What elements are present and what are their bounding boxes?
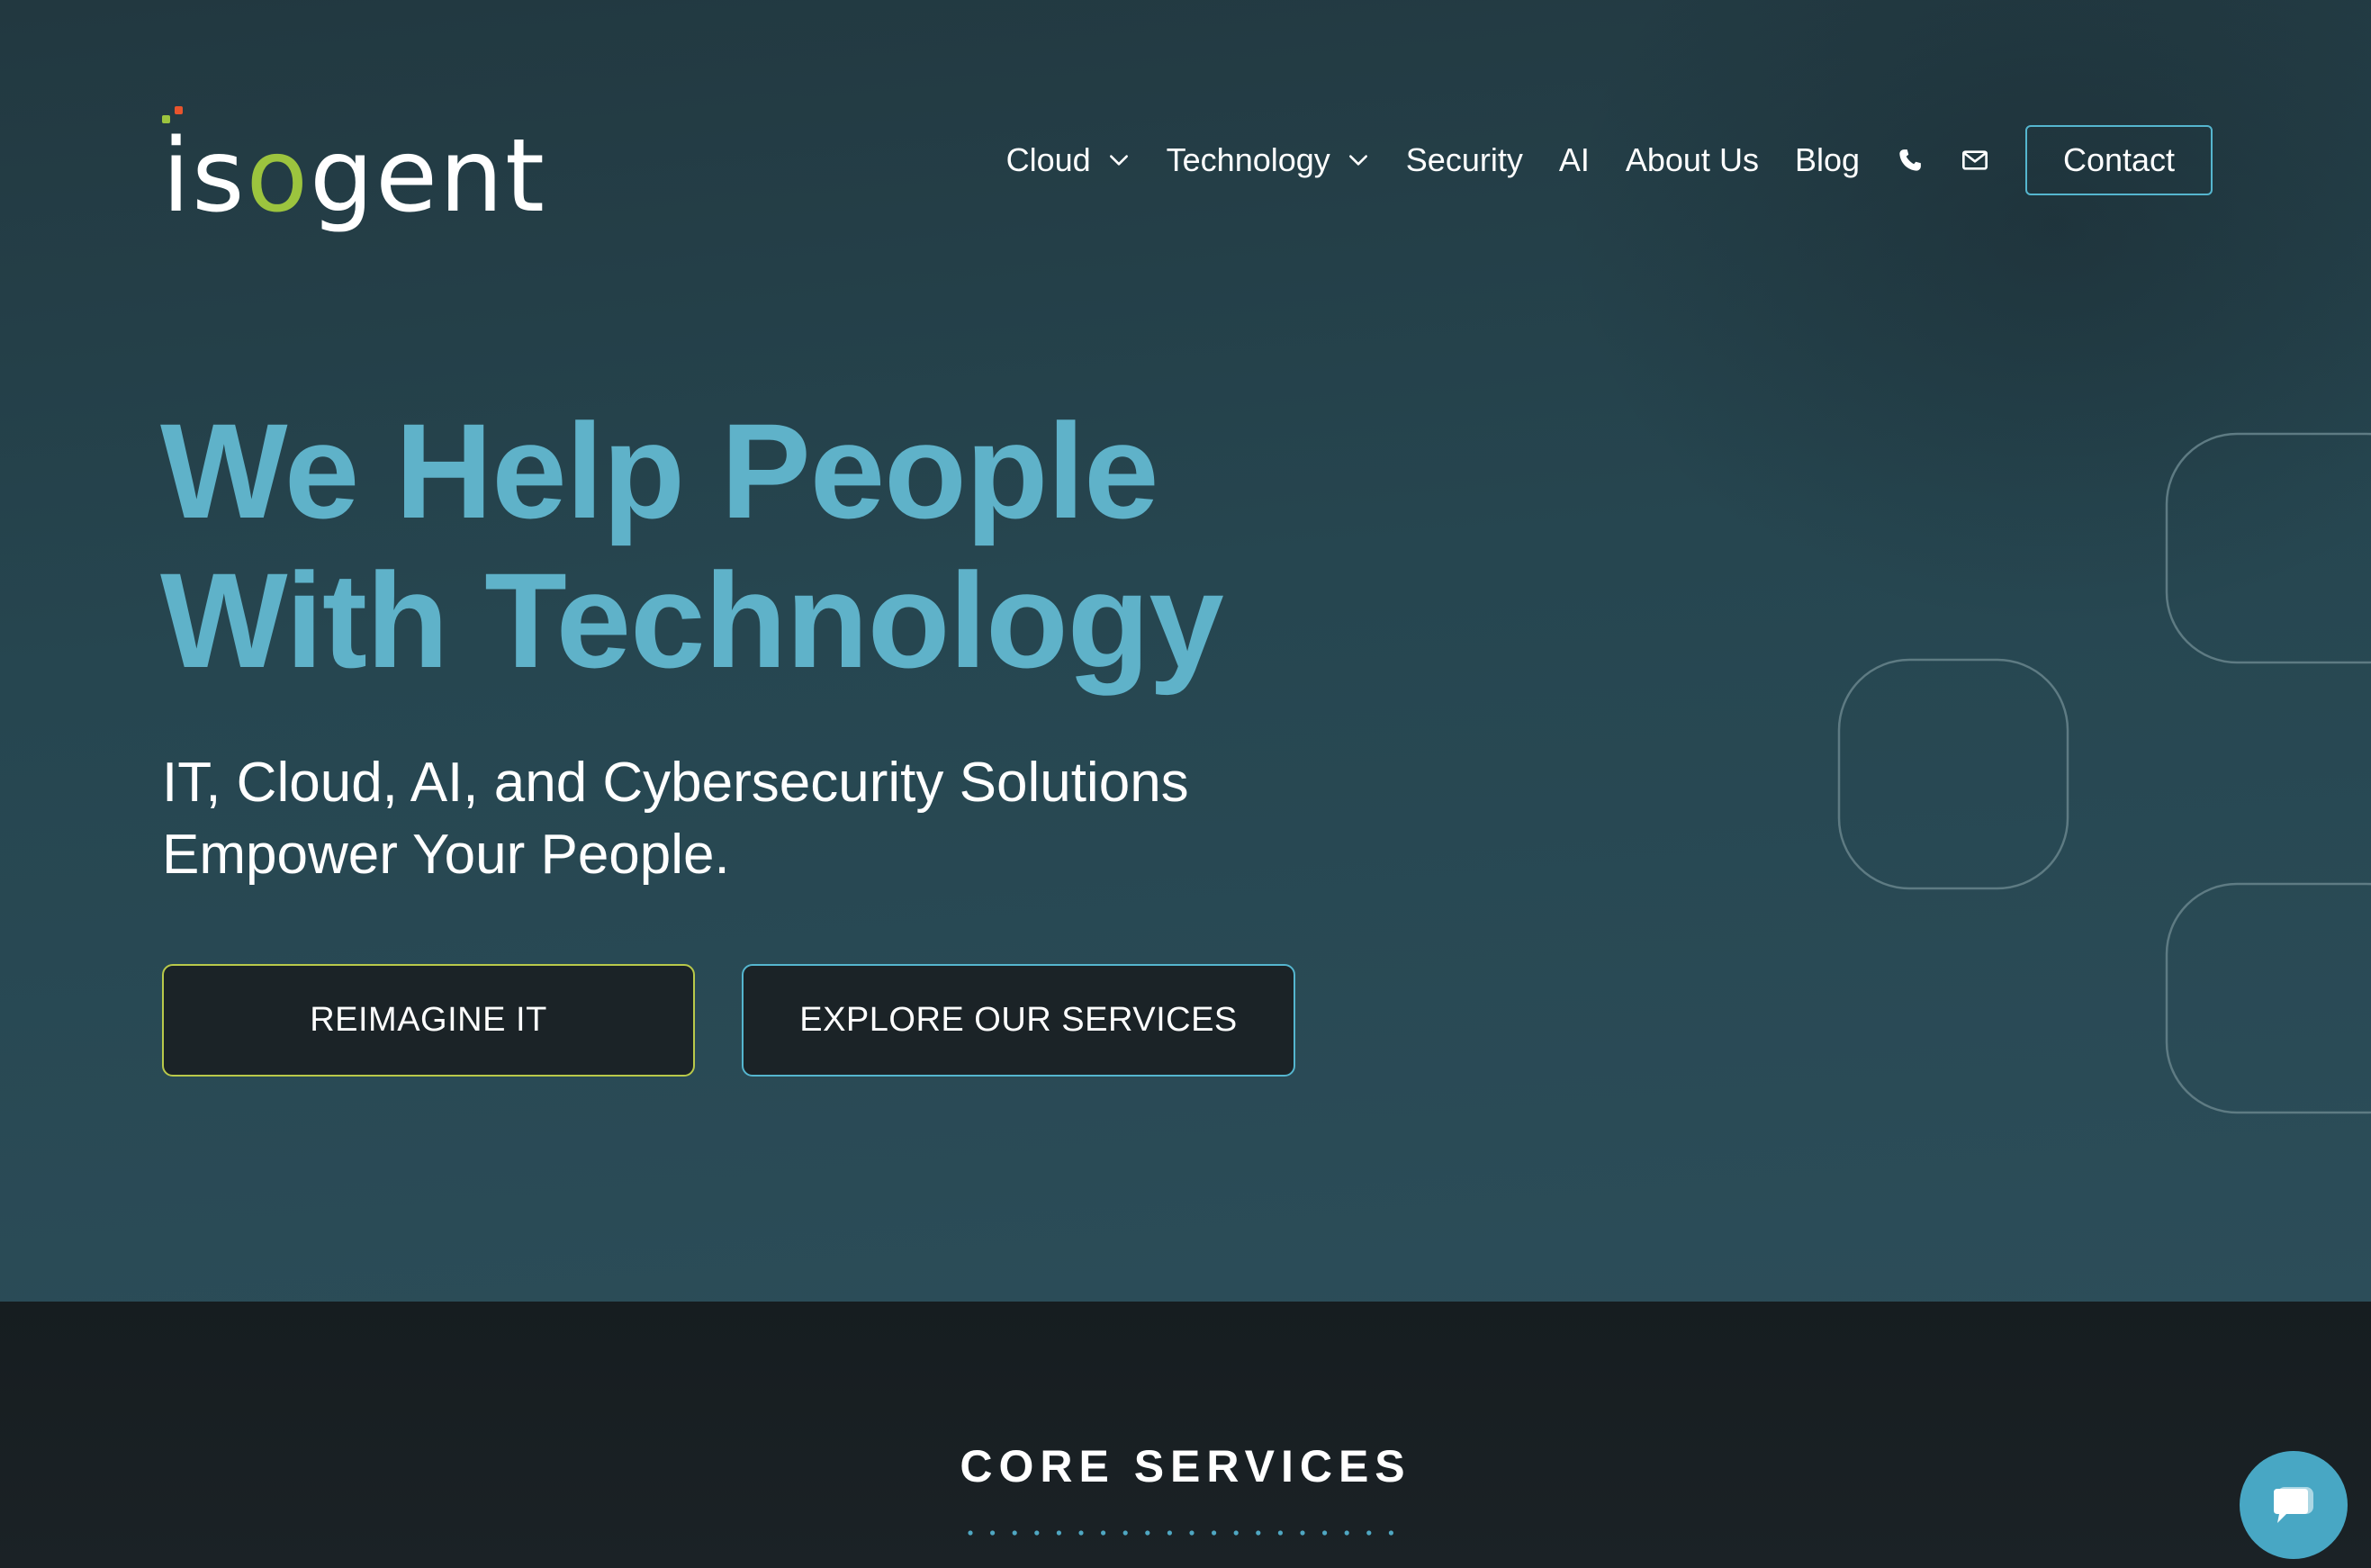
core-services-section: CORE SERVICES: [0, 1302, 2371, 1568]
nav-label-cloud: Cloud: [1005, 141, 1091, 178]
chevron-down-icon: [1348, 155, 1367, 166]
deco-square-top: [2165, 432, 2371, 664]
chat-button[interactable]: [2240, 1451, 2348, 1559]
dotted-divider: [968, 1530, 1393, 1536]
hero-headline-line-1: We Help People: [160, 395, 1159, 546]
divider-dot: [1256, 1530, 1261, 1536]
divider-dot: [1322, 1530, 1328, 1536]
nav-item-technology[interactable]: Technology: [1167, 141, 1370, 179]
divider-dot: [1277, 1530, 1283, 1536]
nav-item-ai[interactable]: AI: [1559, 141, 1590, 179]
logo-text-start: is: [162, 118, 247, 235]
main-nav: Cloud Technology Security AI About Us Bl…: [1006, 124, 2213, 196]
deco-square-bottom: [2165, 882, 2371, 1114]
divider-dot: [1056, 1530, 1061, 1536]
divider-dot: [1344, 1530, 1349, 1536]
nav-item-security[interactable]: Security: [1406, 141, 1523, 179]
nav-label-blog: Blog: [1794, 141, 1860, 178]
divider-dot: [990, 1530, 996, 1536]
core-services-title: CORE SERVICES: [960, 1441, 1411, 1491]
logo-text-end: gent: [310, 118, 546, 235]
divider-dot: [1189, 1530, 1195, 1536]
nav-label-technology: Technology: [1166, 141, 1330, 178]
deco-square-middle: [1837, 658, 2069, 890]
hero-headline-line-2: With Technology: [160, 545, 1224, 696]
logo-dot-red: [175, 106, 183, 114]
nav-item-blog[interactable]: Blog: [1795, 141, 1860, 179]
divider-dot: [1212, 1530, 1217, 1536]
nav-label-security: Security: [1405, 141, 1523, 178]
nav-label-ai: AI: [1558, 141, 1590, 178]
divider-dot: [1101, 1530, 1106, 1536]
divider-dot: [1034, 1530, 1040, 1536]
chat-bubble-icon: [2274, 1487, 2313, 1523]
reimagine-it-button[interactable]: REIMAGINE IT: [162, 964, 695, 1077]
nav-item-about-us[interactable]: About Us: [1626, 141, 1759, 179]
divider-dot: [1012, 1530, 1017, 1536]
logo-dot-green: [162, 115, 170, 123]
phone-icon[interactable]: [1896, 146, 1925, 175]
nav-label-about-us: About Us: [1625, 141, 1759, 178]
hero-subtitle-line-2: Empower Your People.: [162, 824, 730, 886]
hero-subtitle: IT, Cloud, AI, and Cybersecurity Solutio…: [162, 747, 1332, 891]
hero-section: is o gent Cloud Technology Security AI Abo…: [0, 0, 2371, 1302]
divider-dot: [1167, 1530, 1172, 1536]
hero-subtitle-line-1: IT, Cloud, AI, and Cybersecurity Solutio…: [162, 752, 1189, 814]
logo-text-accent: o: [246, 118, 310, 235]
explore-services-button[interactable]: EXPLORE OUR SERVICES: [742, 964, 1295, 1077]
hero-headline: We Help People With Technology: [160, 396, 1420, 695]
chevron-down-icon: [1109, 155, 1128, 166]
site-header: is o gent Cloud Technology Security AI Abo…: [0, 0, 2371, 324]
isogent-logo[interactable]: is o gent: [162, 101, 546, 227]
contact-button[interactable]: Contact: [2025, 125, 2213, 195]
nav-item-cloud[interactable]: Cloud: [1006, 141, 1131, 179]
logo-dots: [162, 101, 184, 123]
divider-dot: [968, 1530, 973, 1536]
divider-dot: [1300, 1530, 1305, 1536]
divider-dot: [1388, 1530, 1393, 1536]
divider-dot: [1078, 1530, 1084, 1536]
mail-icon[interactable]: [1961, 146, 1989, 175]
divider-dot: [1145, 1530, 1150, 1536]
divider-dot: [1233, 1530, 1239, 1536]
divider-dot: [1122, 1530, 1128, 1536]
divider-dot: [1366, 1530, 1372, 1536]
